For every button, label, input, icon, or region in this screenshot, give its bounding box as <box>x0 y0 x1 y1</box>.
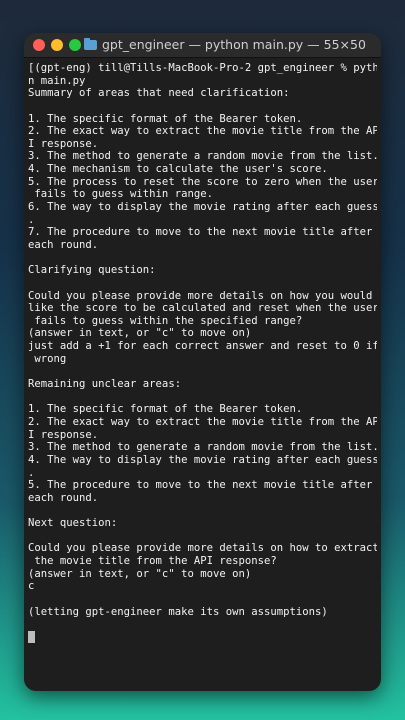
terminal-line: I response. <box>28 428 99 441</box>
terminal-line: (answer in text, or "c" to move on) <box>28 567 252 580</box>
terminal-line: 3. The method to generate a random movie… <box>28 150 377 163</box>
terminal-line: Next question: <box>28 517 118 530</box>
terminal-line: c <box>28 580 35 593</box>
terminal-line: 6. The way to display the movie rating a… <box>28 201 377 214</box>
terminal-output[interactable]: [(gpt-eng) till@Tills-MacBook-Pro-2 gpt_… <box>24 58 381 643</box>
terminal-line: 7. The procedure to move to the next mov… <box>28 226 373 239</box>
terminal-line: (answer in text, or "c" to move on) <box>28 327 252 340</box>
terminal-line: Could you please provide more details on… <box>28 542 377 555</box>
terminal-line: 4. The mechanism to calculate the user's… <box>28 163 328 176</box>
terminal-line: Remaining unclear areas: <box>28 378 182 391</box>
window-controls <box>33 39 81 51</box>
terminal-line: . <box>28 466 35 479</box>
terminal-line: each round. <box>28 491 99 504</box>
terminal-line: 5. The process to reset the score to zer… <box>28 175 377 188</box>
terminal-line: 5. The procedure to move to the next mov… <box>28 479 373 492</box>
title-bar[interactable]: gpt_engineer — python main.py — 55×50 <box>24 33 381 58</box>
terminal-line: [(gpt-eng) till@Tills-MacBook-Pro-2 gpt_… <box>28 62 377 74</box>
terminal-line: just add a +1 for each correct answer an… <box>28 340 377 353</box>
terminal-line: each round. <box>28 238 99 251</box>
terminal-line: (letting gpt-engineer make its own assum… <box>28 605 328 618</box>
terminal-line: 1. The specific format of the Bearer tok… <box>28 403 303 416</box>
window-title: gpt_engineer — python main.py — 55×50 <box>84 37 373 52</box>
terminal-line: fails to guess within the specified rang… <box>28 314 303 327</box>
terminal-line: 3. The method to generate a random movie… <box>28 441 377 454</box>
terminal-line: Could you please provide more details on… <box>28 289 373 302</box>
terminal-line: Summary of areas that need clarification… <box>28 87 290 100</box>
terminal-line: 1. The specific format of the Bearer tok… <box>28 112 303 125</box>
terminal-line: fails to guess within range. <box>28 188 213 201</box>
terminal-line: 4. The way to display the movie rating a… <box>28 453 377 466</box>
terminal-window: gpt_engineer — python main.py — 55×50 [(… <box>24 33 381 691</box>
terminal-line: I response. <box>28 137 99 150</box>
minimize-button[interactable] <box>51 39 63 51</box>
terminal-line: 2. The exact way to extract the movie ti… <box>28 415 377 428</box>
window-title-text: gpt_engineer — python main.py — 55×50 <box>102 37 366 52</box>
terminal-line: n main.py <box>28 74 86 87</box>
terminal-line: 2. The exact way to extract the movie ti… <box>28 125 377 138</box>
terminal-cursor <box>28 630 35 643</box>
terminal-line: Clarifying question: <box>28 264 156 277</box>
terminal-line: . <box>28 213 35 226</box>
folder-icon <box>84 37 97 50</box>
terminal-line: like the score to be calculated and rese… <box>28 302 377 315</box>
zoom-button[interactable] <box>69 39 81 51</box>
terminal-line: the movie title from the API response? <box>28 554 277 567</box>
close-button[interactable] <box>33 39 45 51</box>
terminal-line: wrong <box>28 352 67 365</box>
